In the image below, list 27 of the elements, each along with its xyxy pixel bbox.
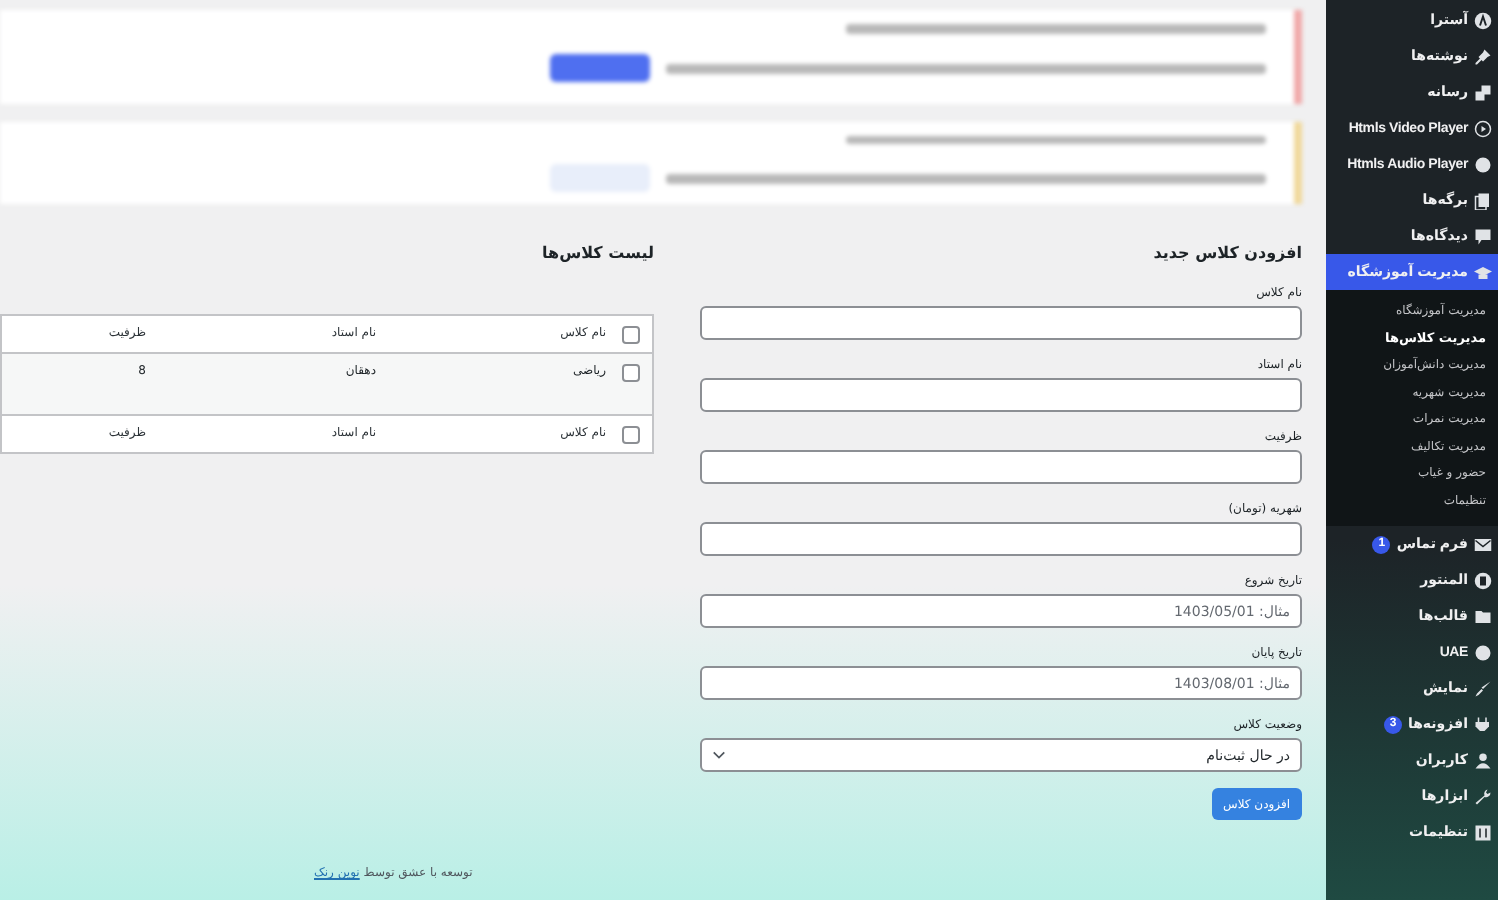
speech-bubble-icon: [1474, 227, 1492, 245]
input-field[interactable]: [700, 378, 1302, 412]
circle-logo-icon: [1474, 11, 1492, 29]
checkbox[interactable]: [622, 364, 640, 382]
graduation-cap-icon: [1474, 263, 1492, 281]
sliders-icon: [1474, 823, 1492, 841]
input-field[interactable]: [700, 306, 1302, 340]
brush-icon: [1474, 679, 1492, 697]
wrench-icon: [1474, 787, 1492, 805]
caret-icon: [712, 750, 726, 760]
input-field[interactable]: [700, 522, 1302, 556]
pin-icon: [1474, 47, 1492, 65]
circle-icon: [1474, 155, 1492, 173]
circle-logo-icon: [1474, 571, 1492, 589]
pages-icon: [1474, 191, 1492, 209]
plug-icon: [1474, 715, 1492, 733]
form-heading: افزودن کلاس جدید: [1151, 244, 1302, 262]
list-heading: لیست کلاس‌ها: [540, 244, 654, 262]
media-icon: [1474, 83, 1492, 101]
checkbox[interactable]: [622, 426, 640, 444]
checkbox[interactable]: [622, 326, 640, 344]
play-icon: [1474, 119, 1492, 137]
input-field[interactable]: [700, 450, 1302, 484]
circle-icon: [1474, 643, 1492, 661]
envelope-icon: [1474, 535, 1492, 553]
user-icon: [1474, 751, 1492, 769]
folder-icon: [1474, 607, 1492, 625]
